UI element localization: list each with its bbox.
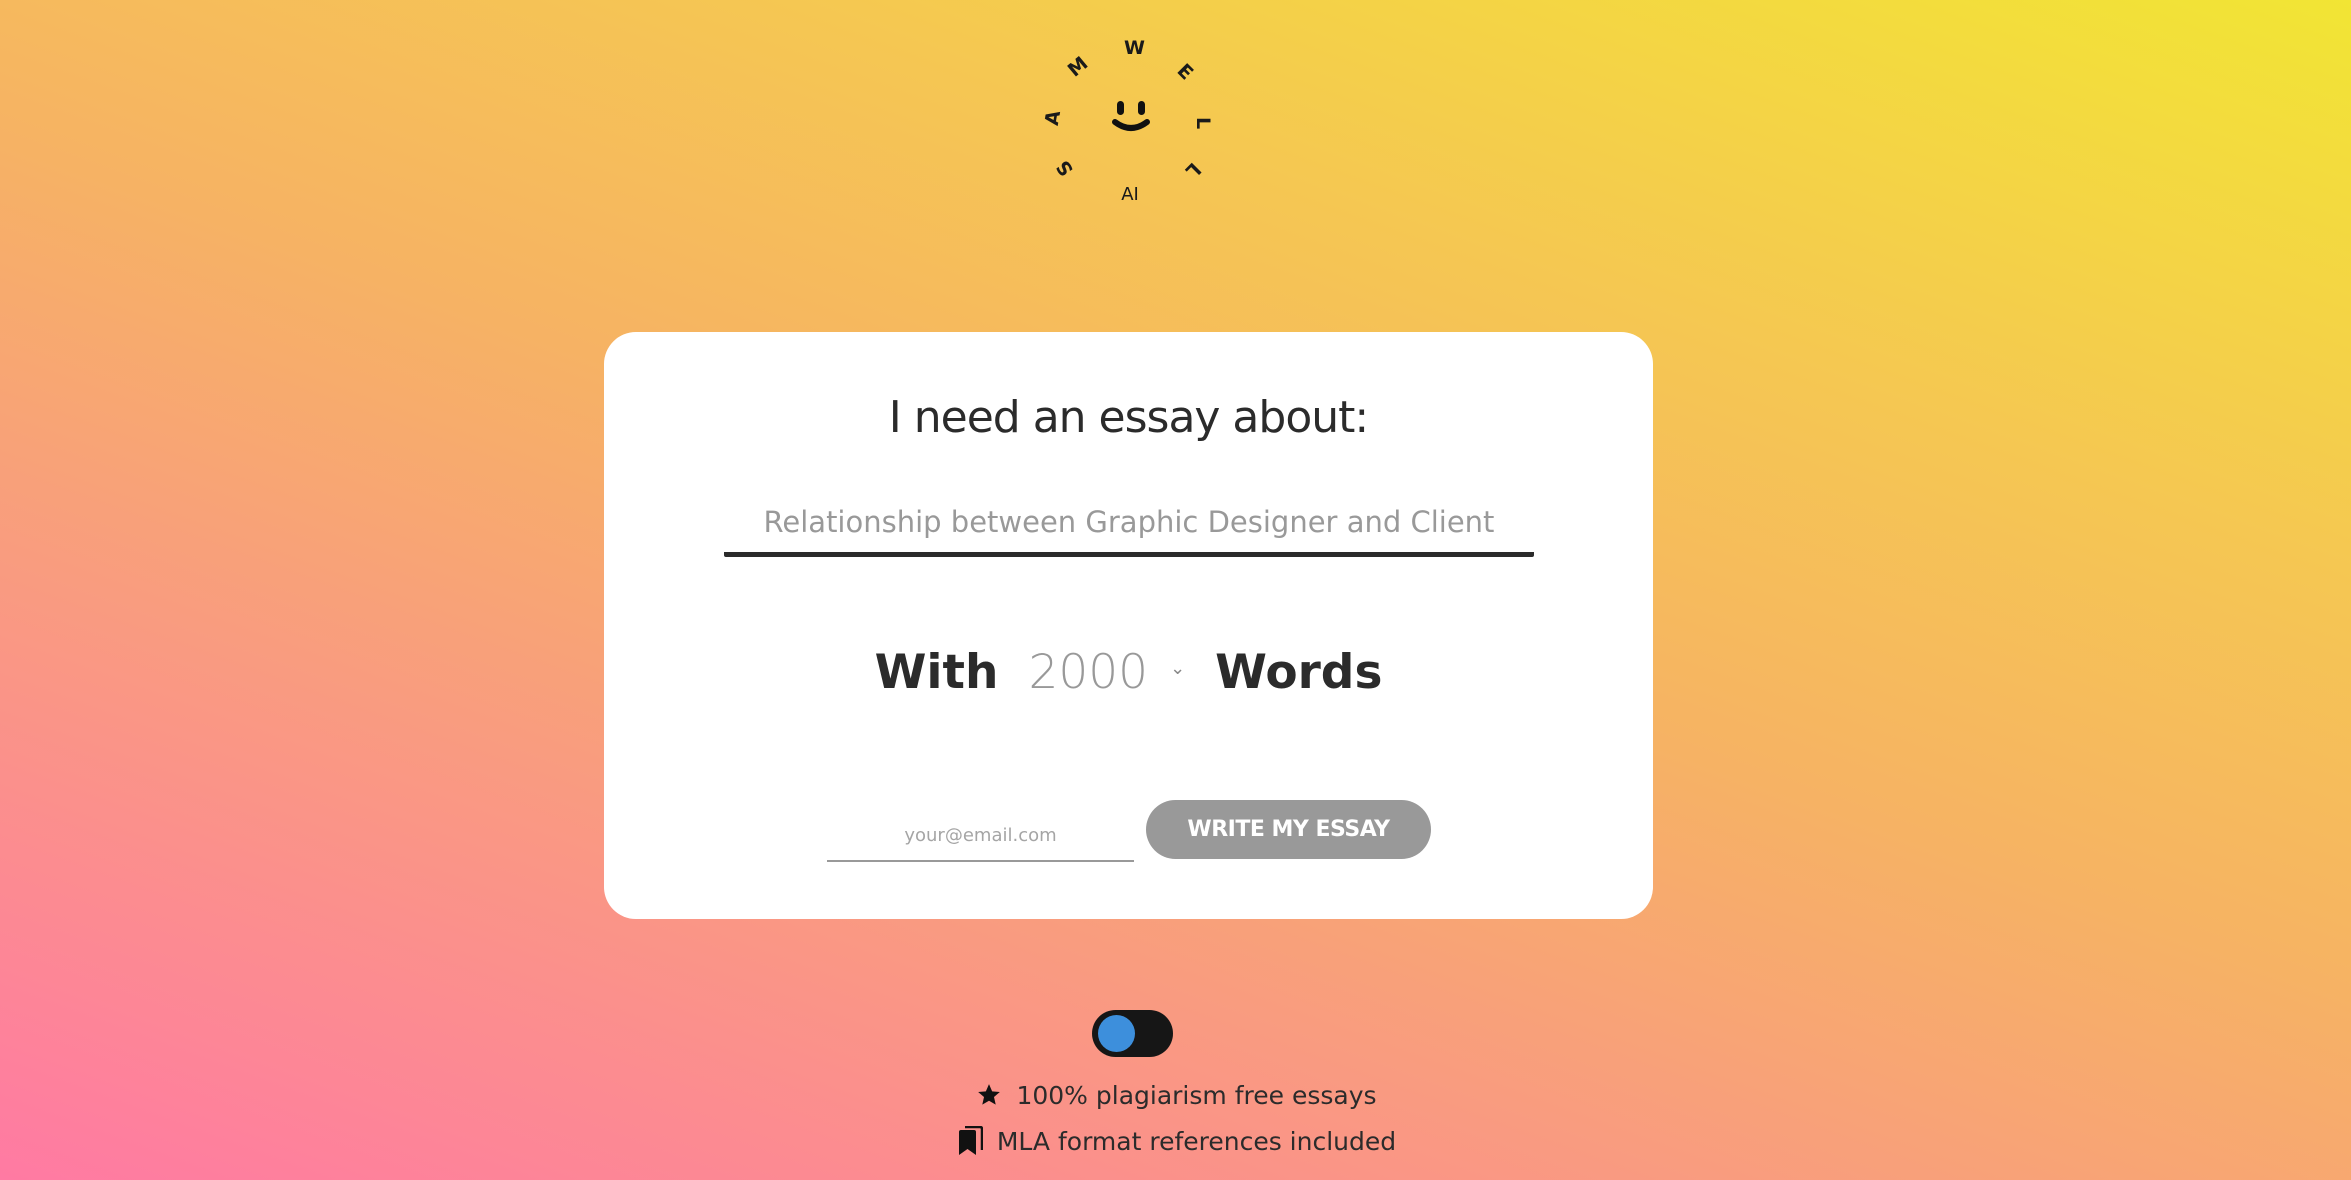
logo-ai-label: AI [1121,184,1139,205]
feature-text: MLA format references included [996,1126,1397,1156]
logo-letter: M [1063,52,1093,82]
logo-letter: W [1124,37,1145,59]
smiley-icon [1112,101,1150,131]
words-suffix-label: Words [1215,644,1383,700]
theme-toggle[interactable] [1092,1010,1173,1057]
write-my-essay-button[interactable]: WRITE MY ESSAY [1146,800,1431,859]
bookmarks-icon [955,1126,985,1156]
star-icon [974,1080,1004,1110]
form-heading: I need an essay about: [888,392,1369,443]
words-prefix-label: With [874,644,999,700]
email-input[interactable] [827,810,1134,862]
logo-letter: L [1192,116,1214,130]
word-count-select[interactable]: 2000 ⌄ [1028,645,1185,700]
feature-item: MLA format references included [955,1118,1396,1164]
logo-letter: S [1052,156,1078,180]
toggle-knob [1098,1015,1135,1052]
logo-letter: L [1180,157,1206,183]
essay-topic-input[interactable] [724,492,1534,557]
word-count-value: 2000 [1028,644,1149,700]
logo-letter: A [1040,108,1066,128]
samwell-logo[interactable]: S A M W E L L AI [1030,20,1230,220]
feature-list: 100% plagiarism free essays MLA format r… [0,1072,2351,1164]
feature-text: 100% plagiarism free essays [1016,1080,1377,1110]
word-count-row: With 2000 ⌄ Words [604,637,1653,707]
feature-item: 100% plagiarism free essays [974,1072,1377,1118]
essay-request-card: I need an essay about: With 2000 ⌄ Words… [604,332,1653,919]
chevron-down-icon: ⌄ [1170,657,1186,679]
logo-letter: E [1172,59,1198,85]
